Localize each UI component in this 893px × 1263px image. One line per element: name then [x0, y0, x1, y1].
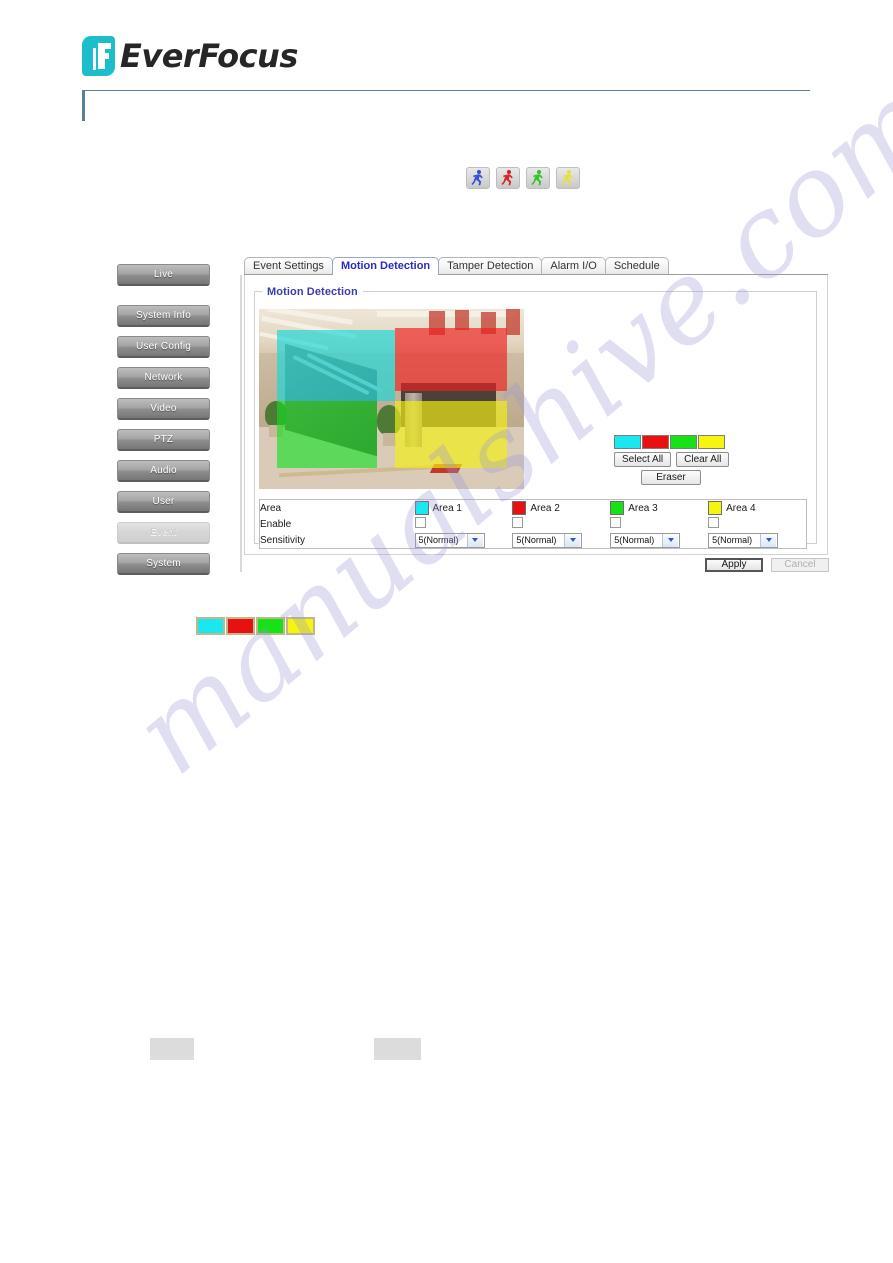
area-1-sensitivity-select[interactable]: 5(Normal) [414, 532, 485, 548]
motion-person-blue-icon [466, 167, 490, 189]
content-placeholder-right [374, 1038, 421, 1060]
area-4-label: Area 4 [726, 502, 756, 514]
area-2-enable-checkbox[interactable] [512, 517, 524, 528]
chevron-down-icon[interactable] [662, 533, 679, 547]
chevron-down-icon[interactable] [466, 533, 483, 547]
area-4-sensitivity-select[interactable]: 5(Normal) [708, 532, 779, 548]
header-accent-bar [82, 91, 85, 121]
area-3-label: Area 3 [628, 502, 658, 514]
select-all-button[interactable]: Select All [614, 452, 672, 467]
area-3-sensitivity-value: 5(Normal) [614, 534, 655, 545]
brand-wordmark: EverFocus [120, 37, 298, 75]
panel-left-accent [240, 275, 242, 572]
content-placeholder-left [150, 1038, 194, 1060]
area-1-region[interactable] [277, 330, 395, 401]
legend-swatch-green [256, 617, 285, 635]
motion-person-green-icon [526, 167, 550, 189]
palette-swatch-cyan[interactable] [614, 435, 641, 449]
motion-icon-strip [466, 167, 580, 189]
area-4-color-chip [708, 501, 723, 515]
sidebar-item-system[interactable]: System [117, 553, 210, 575]
tab-alarm-io[interactable]: Alarm I/O [541, 257, 606, 275]
tab-event-settings[interactable]: Event Settings [244, 257, 333, 275]
sidebar-item-video[interactable]: Video [117, 398, 210, 420]
legend-swatch-row [196, 617, 316, 635]
palette-swatch-yellow[interactable] [698, 435, 725, 449]
motion-detection-preview[interactable] [259, 309, 524, 489]
area-1-cell: Area 1 [414, 500, 513, 516]
eraser-button[interactable]: Eraser [641, 470, 701, 485]
page-header: EverFocus [0, 0, 893, 130]
legend-swatch-red [226, 617, 255, 635]
brand-logo: EverFocus [82, 36, 298, 76]
area-3-cell: Area 3 [610, 500, 708, 516]
header-divider [82, 90, 810, 91]
chevron-down-icon[interactable] [760, 533, 777, 547]
table-row-sensitivity: Sensitivity 5(Normal) 5(Normal) 5(Normal… [260, 532, 806, 548]
everfocus-f-logo-icon [82, 36, 115, 76]
table-row-enable: Enable [260, 516, 806, 532]
row-label-area: Area [260, 502, 282, 514]
area-settings-table: Area Area 1 Area 2 Area 3 Area 4 Enable … [259, 499, 807, 549]
area-3-enable-checkbox[interactable] [610, 517, 622, 528]
sidebar-nav: Live System Info User Config Network Vid… [117, 264, 210, 584]
legend-swatch-yellow [286, 617, 315, 635]
sidebar-item-user[interactable]: User [117, 491, 210, 513]
area-1-color-chip [414, 501, 429, 515]
area-2-color-chip [512, 501, 527, 515]
area-4-cell: Area 4 [708, 500, 806, 516]
legend-swatch-cyan [196, 617, 225, 635]
area-1-enable-checkbox[interactable] [414, 517, 426, 528]
tab-bar: Event Settings Motion Detection Tamper D… [244, 256, 669, 275]
area-4-enable-checkbox[interactable] [708, 517, 720, 528]
area-2-sensitivity-select[interactable]: 5(Normal) [512, 532, 583, 548]
palette-swatch-red[interactable] [642, 435, 669, 449]
clear-all-button[interactable]: Clear All [676, 452, 730, 467]
palette-swatch-green[interactable] [670, 435, 697, 449]
motion-person-red-icon [496, 167, 520, 189]
chevron-down-icon[interactable] [564, 533, 581, 547]
area-1-sensitivity-value: 5(Normal) [418, 534, 459, 545]
sidebar-item-network[interactable]: Network [117, 367, 210, 389]
cancel-button: Cancel [771, 558, 829, 572]
palette-swatch-row [614, 435, 728, 449]
table-row-area: Area Area 1 Area 2 Area 3 Area 4 [260, 500, 806, 516]
area-4-region[interactable] [395, 401, 507, 468]
sidebar-item-event[interactable]: Event [117, 522, 210, 544]
area-3-color-chip [610, 501, 625, 515]
sidebar-item-ptz[interactable]: PTZ [117, 429, 210, 451]
area-2-region[interactable] [395, 328, 507, 391]
palette-tools: Select All Clear All Eraser [614, 435, 730, 485]
row-label-sensitivity: Sensitivity [260, 534, 306, 546]
area-2-sensitivity-value: 5(Normal) [516, 534, 557, 545]
apply-button[interactable]: Apply [705, 558, 763, 572]
area-3-region[interactable] [277, 401, 377, 468]
area-3-sensitivity-select[interactable]: 5(Normal) [610, 532, 681, 548]
area-2-label: Area 2 [530, 502, 560, 514]
eraser-row: Eraser [614, 470, 728, 485]
sidebar-item-system-info[interactable]: System Info [117, 305, 210, 327]
area-4-sensitivity-value: 5(Normal) [712, 534, 753, 545]
sidebar-item-user-config[interactable]: User Config [117, 336, 210, 358]
motion-person-yellow-icon [556, 167, 580, 189]
sidebar-item-audio[interactable]: Audio [117, 460, 210, 482]
form-actions: Apply Cancel [705, 558, 829, 572]
page-watermark: manualshive.com [0, 0, 893, 1263]
palette-button-row: Select All Clear All [614, 452, 730, 467]
panel-title: Motion Detection [262, 286, 363, 298]
area-1-label: Area 1 [432, 502, 462, 514]
tab-motion-detection[interactable]: Motion Detection [331, 257, 440, 275]
row-label-enable: Enable [260, 518, 292, 530]
sidebar-item-live[interactable]: Live [117, 264, 210, 286]
area-2-cell: Area 2 [512, 500, 610, 516]
tab-tamper-detection[interactable]: Tamper Detection [438, 257, 543, 275]
tab-schedule[interactable]: Schedule [604, 257, 669, 275]
